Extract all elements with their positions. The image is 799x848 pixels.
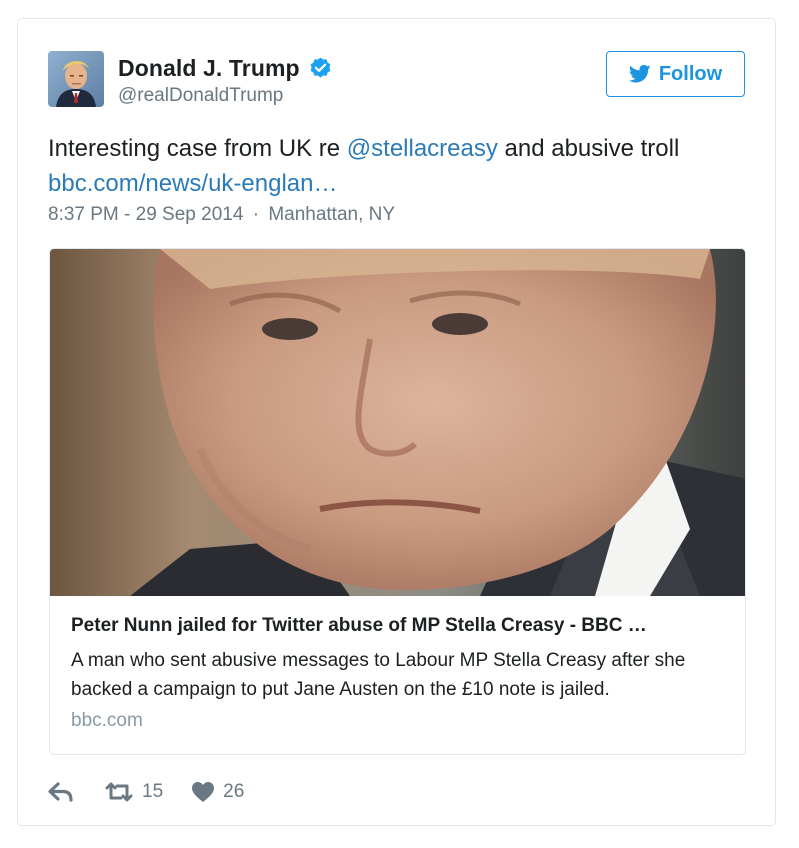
follow-button[interactable]: Follow [606, 51, 745, 97]
article-link[interactable]: bbc.com/news/uk-englan… [48, 170, 337, 197]
twitter-bird-icon [628, 64, 651, 83]
tweet-timestamp: 8:37 PM - 29 Sep 2014 · Manhattan, NY [48, 204, 395, 226]
retweet-count: 15 [142, 781, 164, 802]
follow-button-label: Follow [658, 62, 723, 85]
display-name[interactable]: Donald J. Trump [118, 55, 300, 82]
tweet-text: Interesting case from UK re @stellacreas… [48, 131, 748, 201]
display-name-row[interactable]: Donald J. Trump [118, 53, 333, 83]
reply-icon [48, 782, 73, 802]
user-handle[interactable]: @realDonaldTrump [118, 85, 283, 107]
mention-link[interactable]: @stellacreasy [347, 135, 498, 162]
reply-button[interactable] [48, 781, 74, 803]
retweet-button[interactable]: 15 [104, 781, 163, 803]
like-button[interactable]: 26 [191, 781, 244, 803]
tweet-card: Donald J. Trump @realDonaldTrump Follow … [17, 18, 776, 826]
card-domain: bbc.com [71, 710, 143, 731]
card-image [50, 249, 745, 596]
card-title[interactable]: Peter Nunn jailed for Twitter abuse of M… [71, 615, 726, 637]
avatar-image [48, 51, 104, 107]
link-preview-card[interactable]: Peter Nunn jailed for Twitter abuse of M… [49, 248, 746, 755]
verified-badge-icon [308, 56, 333, 81]
tweet-text-after-mention: and abusive troll [497, 135, 680, 162]
card-description: A man who sent abusive messages to Labou… [71, 650, 686, 700]
tweet-time[interactable]: 8:37 PM - 29 Sep 2014 [48, 204, 243, 225]
retweet-icon [105, 782, 133, 802]
card-body: Peter Nunn jailed for Twitter abuse of M… [71, 615, 726, 732]
tweet-text-before-mention: Interesting case from UK re [48, 135, 347, 162]
avatar[interactable] [48, 51, 104, 107]
like-count: 26 [223, 781, 245, 802]
tweet-location[interactable]: Manhattan, NY [268, 204, 395, 225]
timestamp-separator: · [252, 204, 260, 225]
tweet-actions: 15 26 [48, 777, 244, 807]
heart-icon [192, 782, 215, 802]
